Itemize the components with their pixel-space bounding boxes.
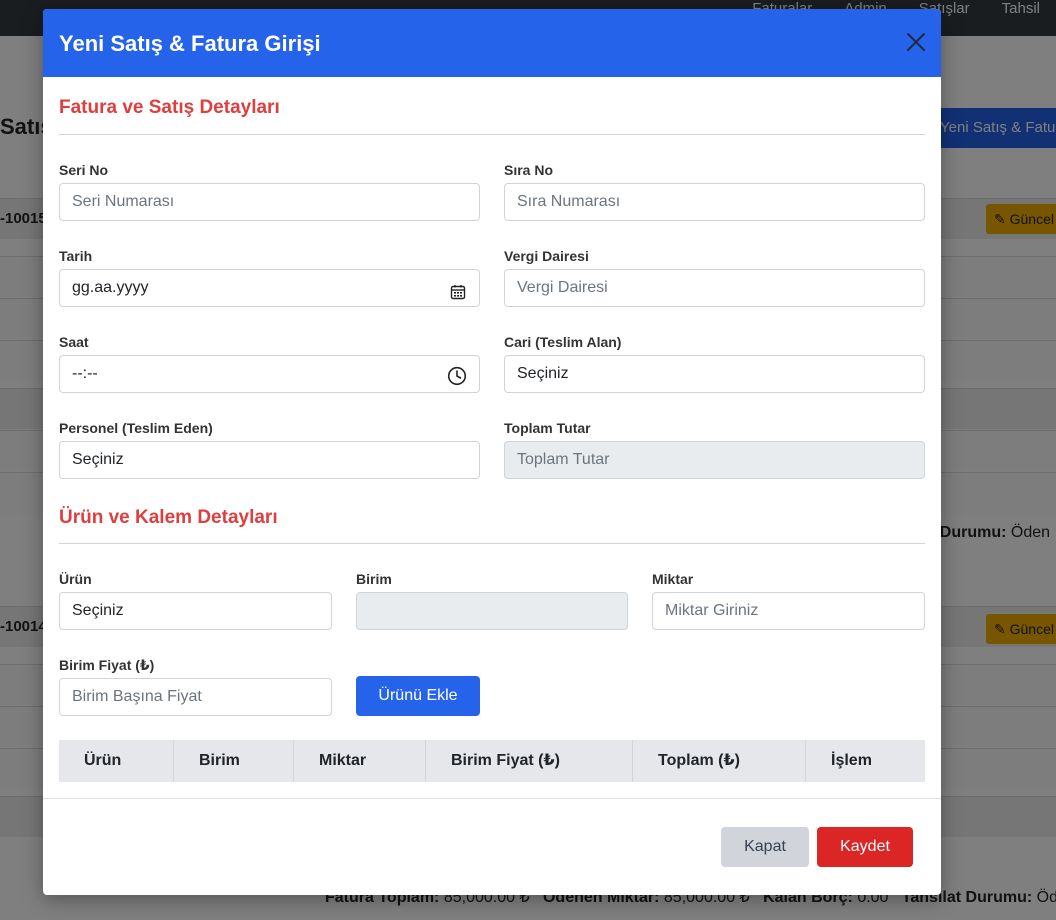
date-field[interactable]: gg.aa.yyyy xyxy=(59,269,480,307)
toplam-tutar-label: Toplam Tutar xyxy=(504,420,591,436)
vergi-dairesi-field[interactable] xyxy=(504,269,925,307)
column-header-birim-fiyat: Birim Fiyat (₺) xyxy=(426,740,633,782)
sira-no-field[interactable] xyxy=(504,183,925,221)
toplam-tutar-field xyxy=(504,441,925,479)
sira-no-input[interactable] xyxy=(517,184,912,220)
vergi-dairesi-label: Vergi Dairesi xyxy=(504,248,589,264)
seri-no-field[interactable] xyxy=(59,183,480,221)
section-divider xyxy=(59,134,925,135)
birim-fiyat-input[interactable] xyxy=(72,679,319,715)
calendar-icon[interactable] xyxy=(449,279,467,300)
modal-footer-divider xyxy=(43,798,941,799)
sira-no-label: Sıra No xyxy=(504,162,554,178)
personel-selected-value: Seçiniz xyxy=(72,451,124,468)
column-header-urun: Ürün xyxy=(59,740,174,782)
section-divider xyxy=(59,543,925,544)
tarih-label: Tarih xyxy=(59,248,93,264)
cari-selected-value: Seçiniz xyxy=(517,365,569,382)
saat-label: Saat xyxy=(59,334,89,350)
product-section-title: Ürün ve Kalem Detayları xyxy=(59,507,278,528)
miktar-field[interactable] xyxy=(652,592,925,630)
urun-select[interactable]: Seçiniz xyxy=(59,592,332,630)
items-table-header: Ürün Birim Miktar Birim Fiyat (₺) Toplam… xyxy=(59,740,925,782)
vergi-dairesi-input[interactable] xyxy=(517,270,912,306)
column-header-toplam: Toplam (₺) xyxy=(633,740,806,782)
time-value: --:-- xyxy=(72,365,98,382)
birim-fiyat-field[interactable] xyxy=(59,678,332,716)
birim-label: Birim xyxy=(356,571,392,587)
date-value: gg.aa.yyyy xyxy=(72,279,149,296)
new-sale-invoice-modal: Yeni Satış & Fatura Girişi Fatura ve Sat… xyxy=(43,9,941,895)
column-header-islem: İşlem xyxy=(831,752,872,769)
personel-select[interactable]: Seçiniz xyxy=(59,441,480,479)
column-header-birim: Birim xyxy=(174,740,294,782)
cari-label: Cari (Teslim Alan) xyxy=(504,334,622,350)
modal-header: Yeni Satış & Fatura Girişi xyxy=(43,9,941,77)
close-button[interactable]: Kapat xyxy=(721,827,809,867)
seri-no-input[interactable] xyxy=(72,184,467,220)
miktar-input[interactable] xyxy=(665,593,912,629)
cari-select[interactable]: Seçiniz xyxy=(504,355,925,393)
seri-no-label: Seri No xyxy=(59,162,109,178)
urun-selected-value: Seçiniz xyxy=(72,602,124,619)
birim-field xyxy=(356,592,628,630)
clock-icon[interactable] xyxy=(447,364,467,386)
save-button[interactable]: Kaydet xyxy=(817,827,913,867)
birim-fiyat-label: Birim Fiyat (₺) xyxy=(59,657,155,673)
toplam-tutar-input xyxy=(517,442,912,478)
modal-title: Yeni Satış & Fatura Girişi xyxy=(59,31,321,56)
miktar-label: Miktar xyxy=(652,571,694,587)
urun-label: Ürün xyxy=(59,571,92,587)
time-field[interactable]: --:-- xyxy=(59,355,480,393)
close-icon[interactable] xyxy=(905,31,927,53)
personel-label: Personel (Teslim Eden) xyxy=(59,420,213,436)
column-header-miktar: Miktar xyxy=(294,740,426,782)
add-product-button[interactable]: Ürünü Ekle xyxy=(356,676,480,716)
invoice-section-title: Fatura ve Satış Detayları xyxy=(59,97,280,118)
